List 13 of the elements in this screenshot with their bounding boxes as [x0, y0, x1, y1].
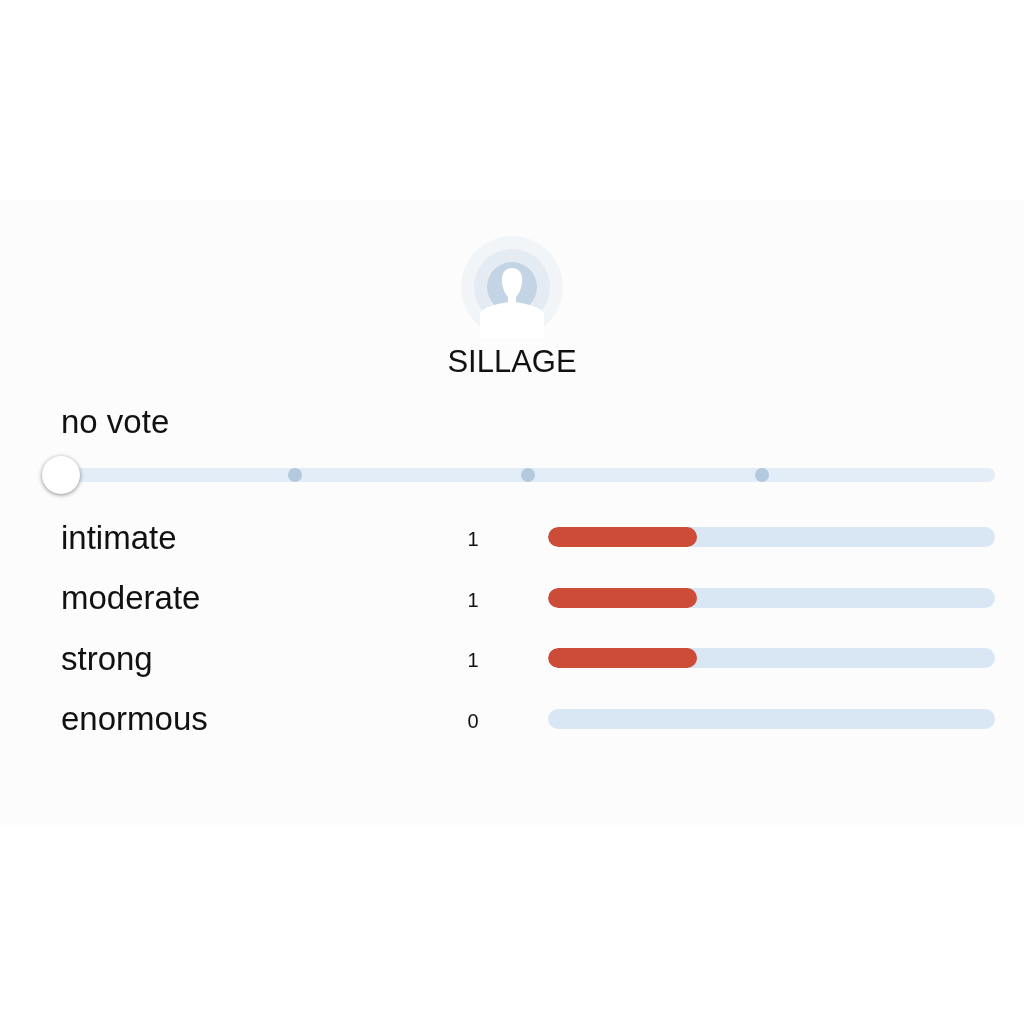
- option-label: enormous: [61, 700, 209, 738]
- vote-slider[interactable]: [42, 456, 995, 494]
- option-label: strong: [61, 639, 154, 677]
- option-label: moderate: [61, 579, 202, 617]
- avatar-silhouette-icon: [461, 236, 563, 338]
- vote-count: 1: [466, 587, 480, 612]
- section-title: SILLAGE: [447, 343, 577, 381]
- vote-count: 1: [466, 527, 480, 552]
- slider-thumb[interactable]: [42, 456, 80, 494]
- vote-count: 1: [466, 648, 480, 673]
- vote-count: 0: [466, 708, 480, 733]
- option-label: intimate: [61, 518, 178, 556]
- vote-status-label: no vote: [61, 403, 170, 440]
